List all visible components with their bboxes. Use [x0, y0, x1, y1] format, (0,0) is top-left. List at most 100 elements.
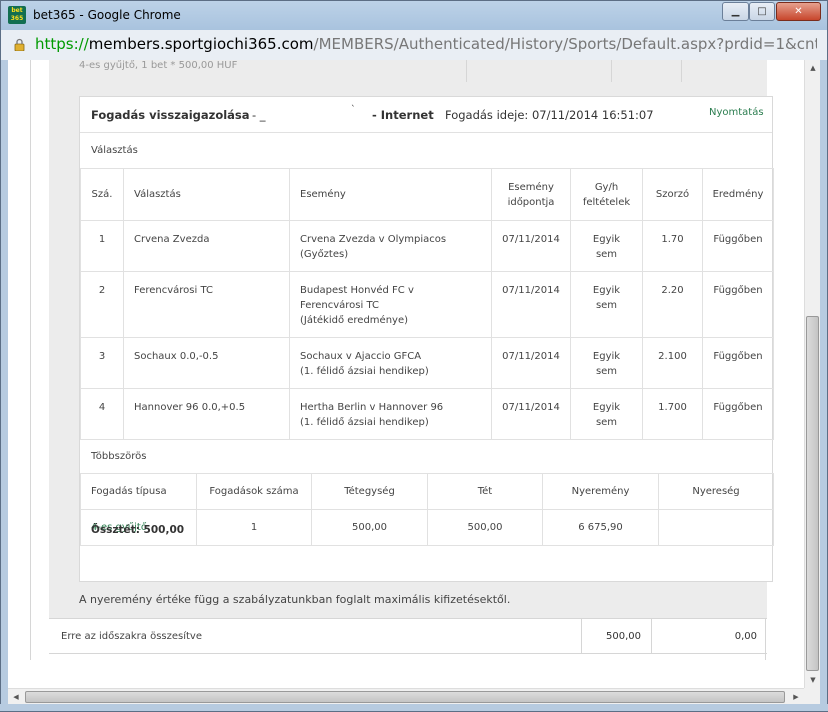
selection-result: Függőben [702, 388, 774, 440]
selection-name: Hannover 96 0.0,+0.5 [123, 388, 290, 440]
selection-name: Ferencvárosi TC [123, 271, 290, 338]
col-header-bet-count: Fogadások száma [196, 473, 312, 510]
scrollbar-corner [804, 688, 820, 704]
terms-line: Egyik [592, 351, 621, 362]
period-summary-label: Erre az időszakra összesítve [61, 631, 202, 642]
col-header-terms: Gy/h feltételek [570, 168, 643, 221]
selection-terms: Egyik sem [570, 271, 643, 338]
bet-confirmation-header: Fogadás visszaigazolása - _ ` - Internet… [80, 97, 772, 133]
col-header-selection: Választás [123, 168, 290, 221]
terms-line: Egyik [592, 234, 621, 245]
lock-icon [14, 38, 25, 51]
event-line: Crvena Zvezda v Olympiacos [300, 234, 447, 245]
bet-count: 1 [196, 509, 312, 546]
col-header-stake: Tét [427, 473, 543, 510]
page-viewport: 4-es gyűjtő, 1 bet * 500,00 HUF Fogadás … [8, 60, 804, 688]
address-bar[interactable]: https://members.sportgiochi365.com/MEMBE… [0, 30, 828, 60]
window-frame-right [820, 60, 828, 712]
selection-row: 1 Crvena Zvezda Crvena Zvezda v Olympiac… [80, 220, 774, 272]
selection-event: Hertha Berlin v Hannover 96 (1. félidő áz… [289, 388, 492, 440]
period-summary-stake: 500,00 [581, 619, 651, 654]
col-header-return: Nyeremény [542, 473, 659, 510]
url-scheme: https:// [35, 35, 89, 53]
total-stake: Össztét: 500,00 [91, 524, 185, 536]
terms-line: sem [595, 300, 618, 311]
selection-row: 3 Sochaux 0.0,-0.5 Sochaux v Ajaccio GFC… [80, 337, 774, 389]
col-header-unit-stake: Tétegység [311, 473, 428, 510]
event-line: Ferencvárosi TC [300, 300, 379, 311]
bet-detail-panel: 4-es gyűjtő, 1 bet * 500,00 HUF Fogadás … [49, 60, 774, 618]
selection-row: 4 Hannover 96 0.0,+0.5 Hertha Berlin v H… [80, 388, 774, 440]
bet-reference-mark: ` [351, 105, 356, 115]
window-frame-left [0, 60, 8, 712]
multiples-table: Fogadás típusa Fogadások száma Tétegység… [80, 473, 774, 546]
bet-time: Fogadás ideje: 07/11/2014 16:51:07 [445, 108, 654, 122]
selection-event: Crvena Zvezda v Olympiacos (Győztes) [289, 220, 492, 272]
multiples-row: 4-es gyűjtő 1 500,00 500,00 6 675,90 [80, 509, 774, 546]
header-line: Esemény [508, 181, 554, 193]
scroll-right-arrow-icon[interactable]: ▶ [788, 689, 804, 705]
selection-date: 07/11/2014 [491, 271, 571, 338]
potential-return: 6 675,90 [542, 509, 659, 546]
terms-line: sem [595, 417, 618, 428]
bet-channel: - Internet [372, 108, 434, 122]
stake: 500,00 [427, 509, 543, 546]
scroll-left-arrow-icon[interactable]: ◀ [8, 689, 24, 705]
event-line: (Győztes) [300, 249, 349, 260]
selection-terms: Egyik sem [570, 388, 643, 440]
period-summary-row: Erre az időszakra összesítve 500,00 0,00 [49, 618, 767, 654]
horizontal-scrollbar[interactable]: ◀ ▶ [8, 688, 804, 704]
header-line: feltételek [582, 196, 631, 208]
col-header-profit: Nyereség [658, 473, 774, 510]
unit-stake: 500,00 [311, 509, 428, 546]
print-link[interactable]: Nyomtatás [709, 107, 764, 118]
terms-line: Egyik [592, 402, 621, 413]
period-summary-profit: 0,00 [651, 619, 767, 654]
scroll-down-arrow-icon[interactable]: ▼ [805, 672, 821, 688]
selection-odds: 2.100 [642, 337, 703, 389]
profit [658, 509, 774, 546]
selection-no: 4 [80, 388, 124, 440]
event-line: (1. félidő ázsiai hendikep) [300, 366, 429, 377]
logo-text-bottom: 365 [10, 15, 24, 22]
header-line: időpontja [507, 196, 555, 208]
bet-confirmation-title: Fogadás visszaigazolása [91, 108, 250, 122]
selection-date: 07/11/2014 [491, 337, 571, 389]
scroll-up-arrow-icon[interactable]: ▲ [805, 60, 821, 76]
selection-terms: Egyik sem [570, 220, 643, 272]
terms-line: sem [595, 249, 618, 260]
window-frame-bottom [0, 704, 828, 712]
previous-bet-summary: 4-es gyűjtő, 1 bet * 500,00 HUF [79, 60, 238, 71]
selection-no: 1 [80, 220, 124, 272]
event-line: Sochaux v Ajaccio GFCA [300, 351, 422, 362]
selection-result: Függőben [702, 220, 774, 272]
col-header-event-time: Esemény időpontja [491, 168, 571, 221]
horizontal-scroll-thumb[interactable] [25, 691, 785, 703]
divider [466, 60, 467, 82]
event-line: Hertha Berlin v Hannover 96 [300, 402, 444, 413]
divider [681, 60, 682, 82]
terms-line: Egyik [592, 285, 621, 296]
vertical-scroll-thumb[interactable] [806, 316, 819, 671]
multiples-header-row: Fogadás típusa Fogadások száma Tétegység… [80, 473, 774, 510]
selection-terms: Egyik sem [570, 337, 643, 389]
event-line: Budapest Honvéd FC v [300, 285, 414, 296]
url-host: members.sportgiochi365.com [88, 35, 314, 53]
logo-text-top: bet [11, 7, 23, 14]
selection-event: Sochaux v Ajaccio GFCA (1. félidő ázsiai … [289, 337, 492, 389]
selections-header-row: Szá. Választás Esemény Esemény időpontja … [80, 168, 774, 221]
minimize-button[interactable]: ▁ [722, 2, 749, 21]
selections-table: Szá. Választás Esemény Esemény időpontja … [80, 168, 774, 440]
url-text[interactable]: https://members.sportgiochi365.com/MEMBE… [35, 35, 817, 53]
maximize-button[interactable]: □ [749, 2, 775, 21]
selection-date: 07/11/2014 [491, 388, 571, 440]
close-button[interactable]: ✕ [776, 2, 821, 21]
selection-odds: 1.70 [642, 220, 703, 272]
multiples-section-label: Többszörös [91, 451, 147, 462]
vertical-scrollbar[interactable]: ▲ ▼ [804, 60, 820, 688]
selection-name: Crvena Zvezda [123, 220, 290, 272]
selection-date: 07/11/2014 [491, 220, 571, 272]
bet365-logo-icon: bet 365 [8, 6, 26, 24]
payout-notice: A nyeremény értéke függ a szabályzatunkb… [79, 593, 511, 606]
col-header-odds: Szorzó [642, 168, 703, 221]
